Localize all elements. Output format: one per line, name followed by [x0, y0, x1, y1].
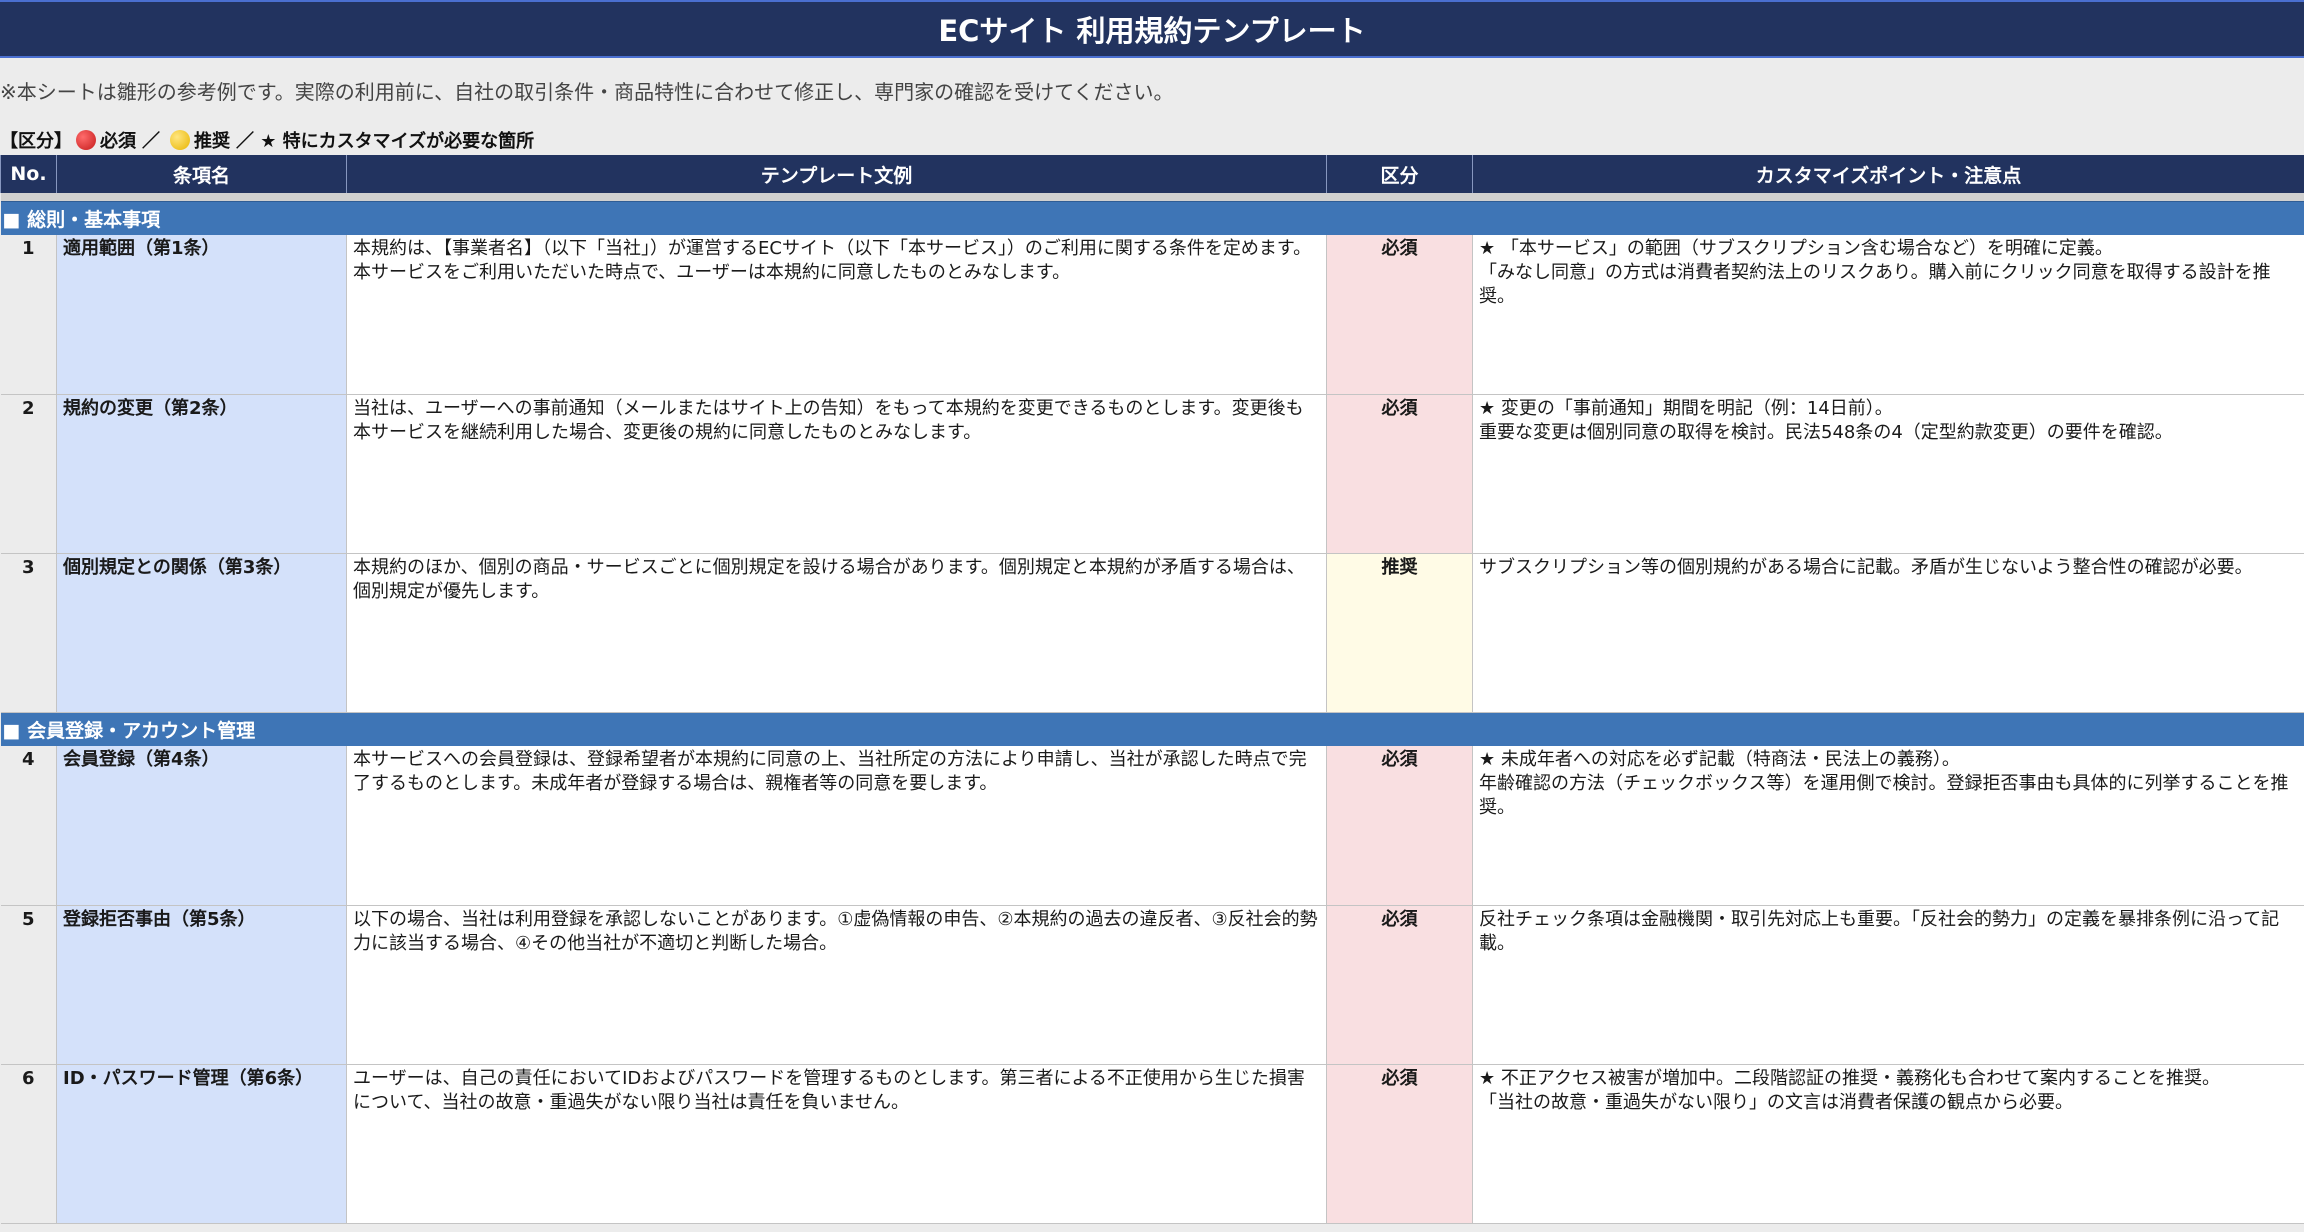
header-spacer: [0, 193, 2304, 201]
legend-recommended: 推奨: [194, 131, 230, 152]
sheet-title: ECサイト 利用規約テンプレート: [0, 0, 2304, 58]
cell-clause-name[interactable]: 適用範囲（第1条）: [56, 235, 347, 395]
table-row: 1 適用範囲（第1条） 本規約は、【事業者名】（以下「当社」）が運営するECサイ…: [0, 235, 2304, 395]
cell-category[interactable]: 推奨: [1326, 553, 1473, 713]
cell-template-text[interactable]: 本サービスへの会員登録は、登録希望者が本規約に同意の上、当社所定の方法により申請…: [346, 746, 1327, 906]
red-circle-icon: [76, 130, 96, 150]
cell-template-text[interactable]: 本規約は、【事業者名】（以下「当社」）が運営するECサイト（以下「本サービス」）…: [346, 235, 1327, 395]
cell-category[interactable]: 必須: [1326, 1064, 1473, 1224]
cell-points[interactable]: 反社チェック条項は金融機関・取引先対応上も重要。「反社会的勢力」の定義を暴排条例…: [1472, 905, 2304, 1065]
header-template-text[interactable]: テンプレート文例: [346, 155, 1327, 193]
header-clause-name[interactable]: 条項名: [56, 155, 347, 193]
table-row: 5 登録拒否事由（第5条） 以下の場合、当社は利用登録を承認しないことがあります…: [0, 905, 2304, 1065]
cell-clause-name[interactable]: 会員登録（第4条）: [56, 746, 347, 906]
section-title[interactable]: ■ 会員登録・アカウント管理: [0, 711, 2304, 746]
cell-no[interactable]: 5: [0, 905, 57, 1065]
cell-no[interactable]: 2: [0, 394, 57, 554]
terms-table: No. 条項名 テンプレート文例 区分 カスタマイズポイント・注意点 ■ 総則・…: [0, 155, 2304, 1224]
cell-points[interactable]: ★ 不正アクセス被害が増加中。二段階認証の推奨・義務化も合わせて案内することを推…: [1472, 1064, 2304, 1224]
cell-no[interactable]: 6: [0, 1064, 57, 1224]
cell-no[interactable]: 1: [0, 235, 57, 395]
cell-category[interactable]: 必須: [1326, 235, 1473, 395]
header-no[interactable]: No.: [0, 155, 57, 193]
legend-separator: ／: [142, 131, 160, 152]
cell-clause-name[interactable]: 個別規定との関係（第3条）: [56, 553, 347, 713]
section-header-general: ■ 総則・基本事項: [0, 200, 2304, 235]
table-row: 2 規約の変更（第2条） 当社は、ユーザーへの事前通知（メールまたはサイト上の告…: [0, 394, 2304, 554]
cell-points[interactable]: サブスクリプション等の個別規約がある場合に記載。矛盾が生じないよう整合性の確認が…: [1472, 553, 2304, 713]
legend-required: 必須: [100, 131, 136, 152]
cell-category[interactable]: 必須: [1326, 394, 1473, 554]
cell-template-text[interactable]: ユーザーは、自己の責任においてIDおよびパスワードを管理するものとします。第三者…: [346, 1064, 1327, 1224]
cell-clause-name[interactable]: ID・パスワード管理（第6条）: [56, 1064, 347, 1224]
cell-no[interactable]: 3: [0, 553, 57, 713]
cell-clause-name[interactable]: 規約の変更（第2条）: [56, 394, 347, 554]
table-row: 3 個別規定との関係（第3条） 本規約のほか、個別の商品・サービスごとに個別規定…: [0, 553, 2304, 713]
cell-template-text[interactable]: 本規約のほか、個別の商品・サービスごとに個別規定を設ける場合があります。個別規定…: [346, 553, 1327, 713]
legend-star-note: ／ ★ 特にカスタマイズが必要な箇所: [236, 131, 535, 152]
cell-points[interactable]: ★ 「本サービス」の範囲（サブスクリプション含む場合など）を明確に定義。 「みな…: [1472, 235, 2304, 395]
cell-clause-name[interactable]: 登録拒否事由（第5条）: [56, 905, 347, 1065]
section-header-membership: ■ 会員登録・アカウント管理: [0, 711, 2304, 746]
cell-template-text[interactable]: 以下の場合、当社は利用登録を承認しないことがあります。①虚偽情報の申告、②本規約…: [346, 905, 1327, 1065]
cell-points[interactable]: ★ 未成年者への対応を必ず記載（特商法・民法上の義務）。 年齢確認の方法（チェッ…: [1472, 746, 2304, 906]
category-legend: 【区分】 必須 ／ 推奨 ／ ★ 特にカスタマイズが必要な箇所: [0, 127, 534, 153]
table-row: 4 会員登録（第4条） 本サービスへの会員登録は、登録希望者が本規約に同意の上、…: [0, 746, 2304, 906]
cell-category[interactable]: 必須: [1326, 905, 1473, 1065]
cell-category[interactable]: 必須: [1326, 746, 1473, 906]
table-row: 6 ID・パスワード管理（第6条） ユーザーは、自己の責任においてIDおよびパス…: [0, 1064, 2304, 1224]
yellow-circle-icon: [170, 130, 190, 150]
header-points[interactable]: カスタマイズポイント・注意点: [1472, 155, 2304, 193]
header-category[interactable]: 区分: [1326, 155, 1473, 193]
legend-prefix: 【区分】: [0, 131, 72, 152]
section-title[interactable]: ■ 総則・基本事項: [0, 200, 2304, 235]
cell-points[interactable]: ★ 変更の「事前通知」期間を明記（例：14日前）。 重要な変更は個別同意の取得を…: [1472, 394, 2304, 554]
header-row: No. 条項名 テンプレート文例 区分 カスタマイズポイント・注意点: [0, 155, 2304, 193]
disclaimer-note: ※本シートは雛形の参考例です。実際の利用前に、自社の取引条件・商品特性に合わせて…: [0, 80, 1174, 104]
cell-no[interactable]: 4: [0, 746, 57, 906]
cell-template-text[interactable]: 当社は、ユーザーへの事前通知（メールまたはサイト上の告知）をもって本規約を変更で…: [346, 394, 1327, 554]
